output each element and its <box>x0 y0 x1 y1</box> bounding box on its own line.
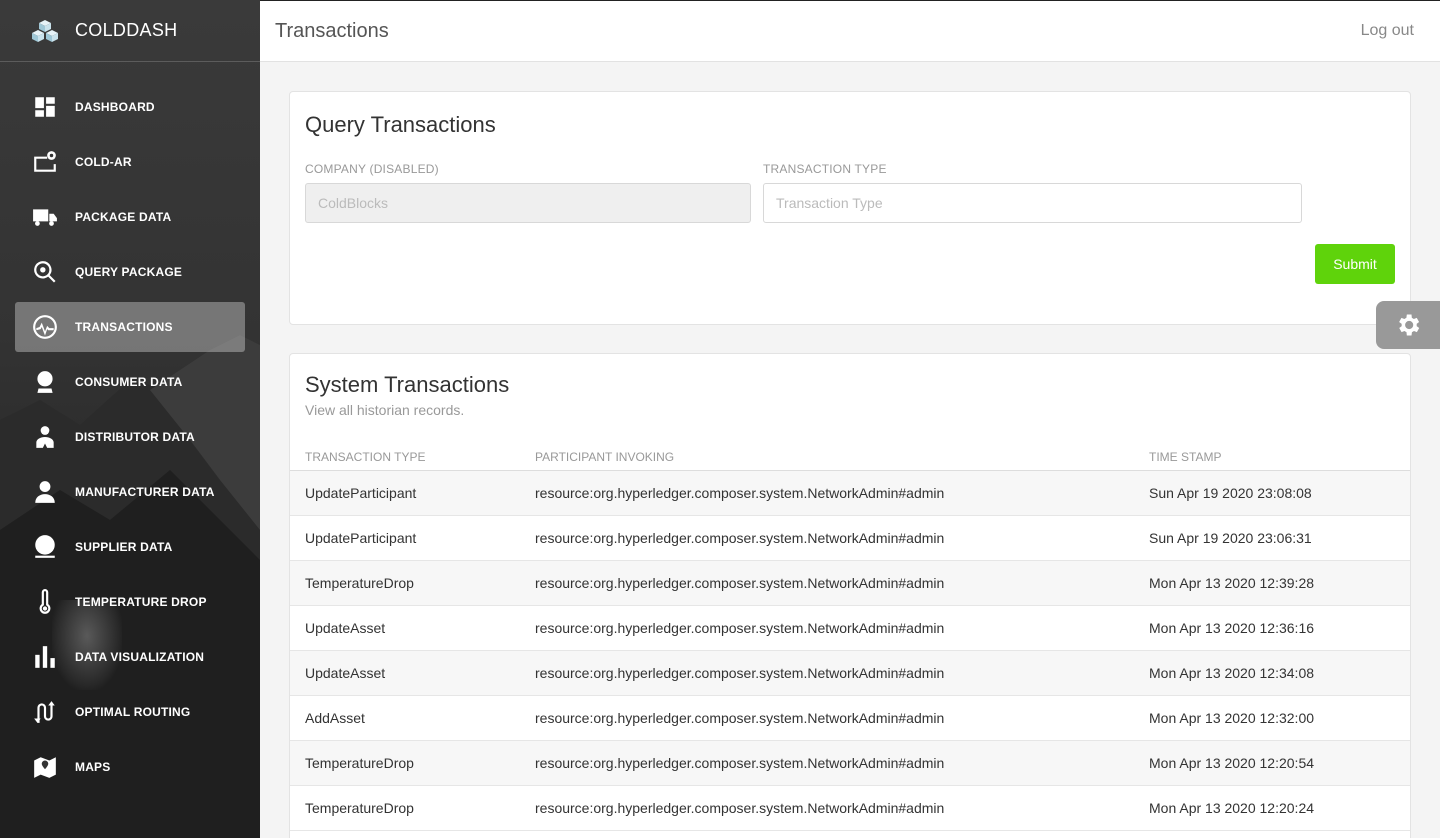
system-card-subtitle: View all historian records. <box>305 402 465 418</box>
table-row[interactable]: UpdateAsset resource:org.hyperledger.com… <box>290 650 1410 696</box>
sidebar-item-label: COLD-AR <box>75 155 132 169</box>
column-header-transaction-type[interactable]: TRANSACTION TYPE <box>290 444 520 471</box>
cell-transaction-type: UpdateAsset <box>290 650 520 696</box>
sidebar-item-label: DISTRIBUTOR DATA <box>75 430 195 444</box>
transaction-type-label: TRANSACTION TYPE <box>763 162 887 176</box>
sidebar-item-label: MAPS <box>75 760 111 774</box>
sidebar-item-package-data[interactable]: PACKAGE DATA <box>15 192 245 242</box>
dashboard-icon <box>31 93 59 121</box>
transactions-table: TRANSACTION TYPE PARTICIPANT INVOKING TI… <box>290 444 1410 831</box>
sidebar-item-temperature-drop[interactable]: TEMPERATURE DROP <box>15 577 245 627</box>
table-row[interactable]: UpdateParticipant resource:org.hyperledg… <box>290 470 1410 516</box>
sidebar-item-label: DASHBOARD <box>75 100 155 114</box>
settings-button[interactable] <box>1376 301 1440 349</box>
top-header: Transactions Log out <box>260 0 1440 62</box>
system-card-title: System Transactions <box>305 372 510 397</box>
cell-timestamp: Mon Apr 13 2020 12:20:24 <box>1134 785 1410 831</box>
column-header-timestamp[interactable]: TIME STAMP <box>1134 444 1410 471</box>
cell-participant: resource:org.hyperledger.composer.system… <box>520 695 1134 741</box>
cell-transaction-type: UpdateAsset <box>290 605 520 651</box>
cell-transaction-type: AddAsset <box>290 695 520 741</box>
sidebar-item-label: TRANSACTIONS <box>75 320 173 334</box>
search-icon <box>31 258 59 286</box>
sidebar-item-label: DATA VISUALIZATION <box>75 650 205 664</box>
table-header-row: TRANSACTION TYPE PARTICIPANT INVOKING TI… <box>290 444 1410 471</box>
gear-icon <box>1399 314 1420 336</box>
thermometer-icon <box>31 588 59 616</box>
table-row[interactable]: AddAsset resource:org.hyperledger.compos… <box>290 695 1410 741</box>
cell-participant: resource:org.hyperledger.composer.system… <box>520 560 1134 606</box>
bar-chart-icon <box>31 643 59 671</box>
sidebar-item-query-package[interactable]: QUERY PACKAGE <box>15 247 245 297</box>
sidebar-item-label: QUERY PACKAGE <box>75 265 183 279</box>
app-title: COLDDASH <box>75 20 178 40</box>
cell-timestamp: Mon Apr 13 2020 12:20:54 <box>1134 740 1410 786</box>
system-transactions-card: System Transactions View all historian r… <box>289 353 1411 838</box>
sidebar-item-cold-ar[interactable]: COLD-AR <box>15 137 245 187</box>
sidebar-item-label: TEMPERATURE DROP <box>75 595 207 609</box>
page-title: Transactions <box>275 19 389 42</box>
table-row[interactable]: UpdateParticipant resource:org.hyperledg… <box>290 515 1410 561</box>
cell-timestamp: Mon Apr 13 2020 12:32:00 <box>1134 695 1410 741</box>
sidebar-item-label: SUPPLIER DATA <box>75 540 173 554</box>
sidebar-item-transactions[interactable]: TRANSACTIONS <box>15 302 245 352</box>
logout-link[interactable]: Log out <box>1361 22 1414 40</box>
distributor-icon <box>31 423 59 451</box>
supplier-icon <box>31 533 59 561</box>
query-transactions-card: Query Transactions COMPANY (DISABLED) TR… <box>289 91 1411 325</box>
consumer-icon <box>31 368 59 396</box>
cell-participant: resource:org.hyperledger.composer.system… <box>520 470 1134 516</box>
sidebar-item-distributor-data[interactable]: DISTRIBUTOR DATA <box>15 412 245 462</box>
submit-button[interactable]: Submit <box>1315 244 1395 284</box>
cell-transaction-type: TemperatureDrop <box>290 560 520 606</box>
sidebar-item-label: CONSUMER DATA <box>75 375 183 389</box>
cell-timestamp: Mon Apr 13 2020 12:36:16 <box>1134 605 1410 651</box>
cell-participant: resource:org.hyperledger.composer.system… <box>520 650 1134 696</box>
cell-participant: resource:org.hyperledger.composer.system… <box>520 515 1134 561</box>
map-icon <box>31 753 59 781</box>
activity-icon <box>31 313 59 341</box>
sidebar-nav: DASHBOARD COLD-AR PACKAGE DATA QUERY PAC… <box>0 82 260 792</box>
person-icon <box>31 478 59 506</box>
cell-transaction-type: UpdateParticipant <box>290 515 520 561</box>
sidebar-item-label: MANUFACTURER DATA <box>75 485 215 499</box>
sidebar-item-label: OPTIMAL ROUTING <box>75 705 191 719</box>
cubes-logo-icon <box>32 19 58 42</box>
truck-icon <box>31 203 59 231</box>
company-field <box>305 183 751 223</box>
sidebar-item-label: PACKAGE DATA <box>75 210 172 224</box>
cell-participant: resource:org.hyperledger.composer.system… <box>520 740 1134 786</box>
sidebar-item-dashboard[interactable]: DASHBOARD <box>15 82 245 132</box>
sidebar: COLDDASH DASHBOARD COLD-AR PACKAGE DATA … <box>0 0 260 838</box>
column-header-participant[interactable]: PARTICIPANT INVOKING <box>520 444 1134 471</box>
cell-timestamp: Mon Apr 13 2020 12:39:28 <box>1134 560 1410 606</box>
sidebar-item-consumer-data[interactable]: CONSUMER DATA <box>15 357 245 407</box>
cell-timestamp: Mon Apr 13 2020 12:34:08 <box>1134 650 1410 696</box>
table-row[interactable]: UpdateAsset resource:org.hyperledger.com… <box>290 605 1410 651</box>
sidebar-item-data-visualization[interactable]: DATA VISUALIZATION <box>15 632 245 682</box>
transaction-type-input[interactable] <box>763 183 1302 223</box>
routing-icon <box>31 698 59 726</box>
cell-transaction-type: UpdateParticipant <box>290 470 520 516</box>
table-row[interactable]: TemperatureDrop resource:org.hyperledger… <box>290 560 1410 606</box>
table-row[interactable]: TemperatureDrop resource:org.hyperledger… <box>290 785 1410 831</box>
query-card-title: Query Transactions <box>305 112 496 137</box>
cell-participant: resource:org.hyperledger.composer.system… <box>520 605 1134 651</box>
cell-participant: resource:org.hyperledger.composer.system… <box>520 785 1134 831</box>
cold-ar-icon <box>31 148 59 176</box>
cell-transaction-type: TemperatureDrop <box>290 785 520 831</box>
cell-transaction-type: TemperatureDrop <box>290 740 520 786</box>
cell-timestamp: Sun Apr 19 2020 23:08:08 <box>1134 470 1410 516</box>
cell-timestamp: Sun Apr 19 2020 23:06:31 <box>1134 515 1410 561</box>
sidebar-item-optimal-routing[interactable]: OPTIMAL ROUTING <box>15 687 245 737</box>
sidebar-item-manufacturer-data[interactable]: MANUFACTURER DATA <box>15 467 245 517</box>
brand[interactable]: COLDDASH <box>0 0 260 62</box>
table-row[interactable]: TemperatureDrop resource:org.hyperledger… <box>290 740 1410 786</box>
sidebar-item-supplier-data[interactable]: SUPPLIER DATA <box>15 522 245 572</box>
company-label: COMPANY (DISABLED) <box>305 162 439 176</box>
sidebar-item-maps[interactable]: MAPS <box>15 742 245 792</box>
